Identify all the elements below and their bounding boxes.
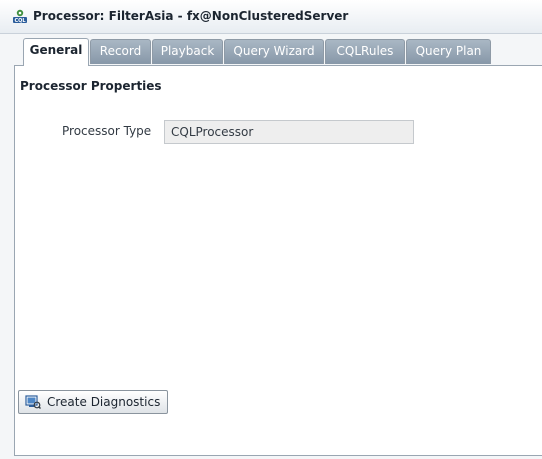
cql-processor-icon: CQL bbox=[13, 9, 27, 24]
tab-playback[interactable]: Playback bbox=[152, 39, 223, 64]
title-bar: CQL Processor: FilterAsia - fx@NonCluste… bbox=[0, 0, 542, 34]
tab-cqlrules[interactable]: CQLRules bbox=[325, 39, 405, 64]
tab-query-wizard[interactable]: Query Wizard bbox=[224, 39, 324, 64]
general-panel: Processor Properties Processor Type CQLP… bbox=[14, 65, 542, 456]
create-diagnostics-button[interactable]: Create Diagnostics bbox=[18, 390, 168, 414]
section-title: Processor Properties bbox=[20, 79, 162, 93]
processor-window: CQL Processor: FilterAsia - fx@NonCluste… bbox=[0, 0, 542, 459]
tab-record[interactable]: Record bbox=[90, 39, 151, 64]
tab-query-plan[interactable]: Query Plan bbox=[406, 39, 491, 64]
window-title: Processor: FilterAsia - fx@NonClusteredS… bbox=[33, 9, 349, 23]
processor-type-label: Processor Type bbox=[62, 124, 152, 138]
processor-type-field: CQLProcessor bbox=[164, 120, 414, 144]
create-diagnostics-label: Create Diagnostics bbox=[47, 395, 161, 409]
tab-general[interactable]: General bbox=[23, 38, 89, 66]
diagnostics-icon bbox=[25, 395, 41, 409]
svg-text:CQL: CQL bbox=[14, 18, 26, 24]
